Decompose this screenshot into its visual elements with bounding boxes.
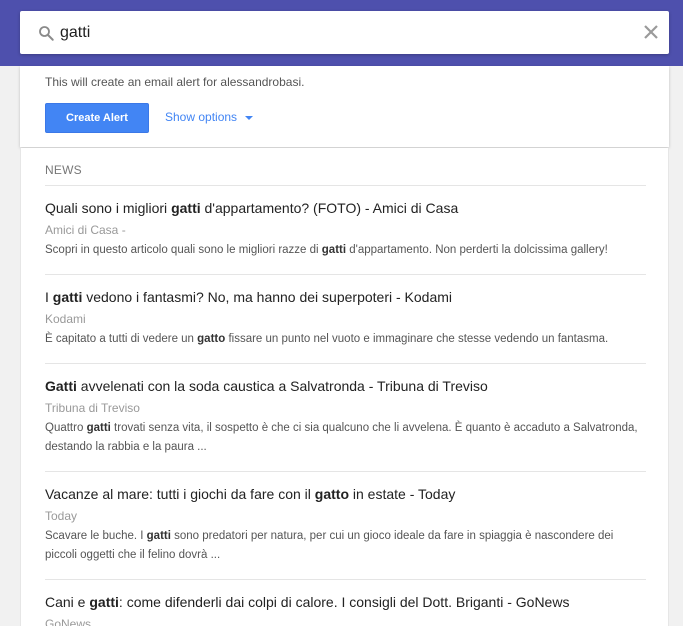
news-source: Tribuna di Treviso	[45, 401, 140, 415]
news-title-link[interactable]: Vacanze al mare: tutti i giochi da fare …	[45, 485, 646, 503]
highlight-term: Gatti	[45, 378, 77, 394]
show-options-button[interactable]: Show options	[165, 110, 254, 124]
text-run: Quali sono i migliori	[45, 200, 172, 216]
news-snippet: È capitato a tutti di vedere un gatto fi…	[45, 330, 646, 349]
text-run: : come difenderli dai colpi di calore. I…	[118, 594, 570, 610]
news-snippet: Scopri in questo articolo quali sono le …	[45, 241, 646, 260]
highlight-term: gatti	[146, 530, 171, 542]
show-options-label: Show options	[165, 110, 238, 124]
news-results-panel: NEWS Quali sono i migliori gatti d'appar…	[20, 148, 669, 626]
news-title-link[interactable]: Quali sono i migliori gatti d'appartamen…	[45, 199, 646, 217]
text-run: avvelenati con la soda caustica a Salvat…	[76, 378, 488, 394]
news-snippet: Quattro gatti trovati senza vita, il sos…	[45, 419, 646, 457]
highlight-term: gatti	[52, 289, 83, 305]
alert-panel: This will create an email alert for ales…	[20, 66, 669, 147]
search-bar[interactable]	[20, 11, 669, 54]
text-run: Scavare le buche. I	[45, 530, 147, 542]
text-run: d'appartamento? (FOTO) - Amici di Casa	[200, 200, 459, 216]
caret-down-icon	[245, 115, 254, 120]
news-source: Amici di Casa -	[45, 223, 126, 237]
text-run: d'appartamento. Non perderti la dolcissi…	[346, 244, 608, 256]
highlight-term: gatti	[321, 244, 347, 256]
text-run: in estate - Today	[349, 486, 456, 502]
text-run: Vacanze al mare: tutti i giochi da fare …	[45, 486, 315, 502]
news-title-link[interactable]: Gatti avvelenati con la soda caustica a …	[45, 377, 646, 395]
highlight-term: gatti	[86, 422, 111, 434]
close-icon[interactable]	[641, 22, 661, 42]
news-item: Cani e gatti: come difenderli dai colpi …	[45, 579, 646, 626]
news-item: Quali sono i migliori gatti d'appartamen…	[45, 185, 646, 274]
text-run: Scopri in questo articolo quali sono le …	[45, 244, 322, 256]
highlight-term: gatti	[89, 594, 119, 610]
news-source: Kodami	[45, 312, 86, 326]
news-item: I gatti vedono i fantasmi? No, ma hanno …	[45, 274, 646, 363]
highlight-term: gatti	[171, 200, 201, 216]
search-input[interactable]	[60, 19, 620, 46]
highlight-term: gatto	[197, 333, 226, 345]
news-item: Gatti avvelenati con la soda caustica a …	[45, 363, 646, 471]
news-snippet: Scavare le buche. I gatti sono predatori…	[45, 527, 646, 565]
create-alert-button[interactable]: Create Alert	[45, 103, 149, 133]
search-icon	[39, 26, 54, 41]
news-source: GoNews	[45, 617, 92, 626]
highlight-term: gatto	[314, 486, 349, 502]
text-run: vedono i fantasmi? No, ma hanno dei supe…	[82, 289, 452, 305]
news-title-link[interactable]: Cani e gatti: come difenderli dai colpi …	[45, 593, 646, 611]
alert-message: This will create an email alert for ales…	[45, 75, 305, 89]
news-item: Vacanze al mare: tutti i giochi da fare …	[45, 471, 646, 579]
text-run: trovati senza vita, il sospetto è che ci…	[45, 422, 638, 453]
text-run: fissare un punto nel vuoto e immaginare …	[225, 333, 609, 345]
news-title-link[interactable]: I gatti vedono i fantasmi? No, ma hanno …	[45, 288, 646, 306]
text-run: I	[45, 289, 53, 305]
text-run: È capitato a tutti di vedere un	[45, 333, 198, 345]
news-source: Today	[45, 509, 78, 523]
text-run: Quattro	[45, 422, 87, 434]
section-label-news: NEWS	[45, 163, 82, 177]
text-run: Cani e	[45, 594, 90, 610]
news-list: Quali sono i migliori gatti d'appartamen…	[45, 185, 646, 626]
